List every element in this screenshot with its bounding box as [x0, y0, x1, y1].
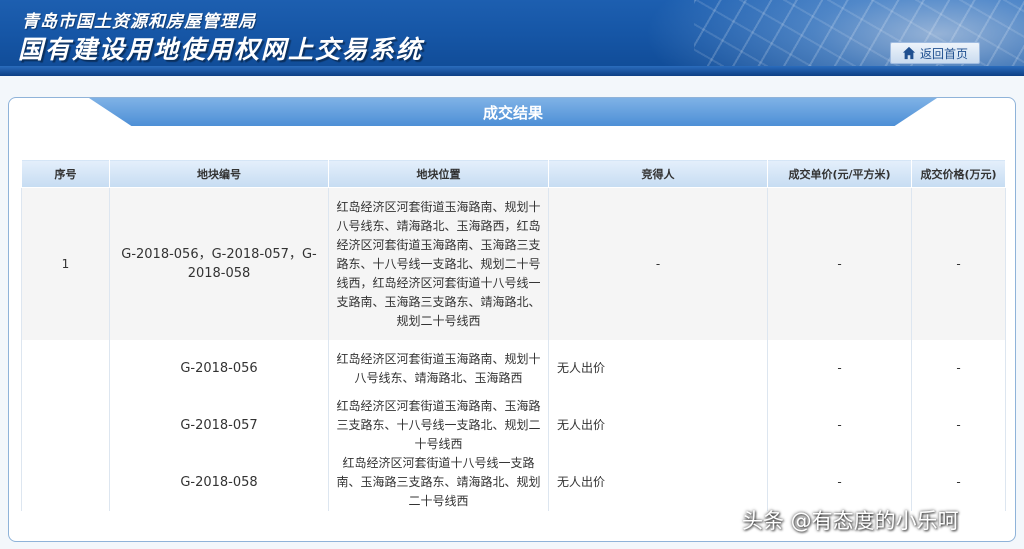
cell-code: G-2018-056，G-2018-057，G-2018-058 — [109, 187, 329, 340]
system-name: 国有建设用地使用权网上交易系统 — [18, 35, 424, 64]
col-header-unit-price: 成交单价(元/平方米) — [767, 159, 912, 188]
table-row: G-2018-058 红岛经济区河套街道十八号线一支路南、玉海路三支路东、靖海路… — [21, 454, 1006, 511]
cell-unit-price: - — [767, 454, 912, 511]
table-row: G-2018-056 红岛经济区河套街道玉海路南、规划十八号线东、靖海路北、玉海… — [21, 340, 1006, 397]
cell-location: 红岛经济区河套街道玉海路南、规划十八号线东、靖海路北、玉海路西，红岛经济区河套街… — [328, 187, 549, 340]
cell-bidder: 无人出价 — [548, 340, 768, 397]
cell-unit-price: - — [767, 187, 912, 340]
cell-location: 红岛经济区河套街道玉海路南、玉海路三支路东、十八号线一支路北、规划二十号线西 — [328, 397, 549, 454]
cell-total-price: - — [911, 454, 1006, 511]
home-button-label: 返回首页 — [919, 46, 968, 61]
cell-unit-price: - — [767, 340, 912, 397]
cell-bidder: 无人出价 — [548, 454, 768, 511]
cell-total-price: - — [911, 187, 1006, 340]
cell-index — [21, 340, 110, 397]
panel-title: 成交结果 — [482, 104, 543, 122]
org-name: 青岛市国土资源和房屋管理局 — [22, 12, 256, 32]
col-header-code: 地块编号 — [109, 159, 329, 188]
cell-code: G-2018-057 — [109, 397, 329, 454]
watermark: 头条 @有态度的小乐呵 — [742, 509, 959, 533]
table-row: G-2018-057 红岛经济区河套街道玉海路南、玉海路三支路东、十八号线一支路… — [21, 397, 1006, 454]
table-header-row: 序号 地块编号 地块位置 竞得人 成交单价(元/平方米) 成交价格(万元) — [21, 159, 1006, 188]
home-icon — [902, 46, 916, 60]
header-banner: 青岛市国土资源和房屋管理局 国有建设用地使用权网上交易系统 返回首页 — [0, 0, 1024, 76]
result-panel: 成交结果 序号 地块编号 地块位置 竞得人 成交单价(元/平方米) 成交价格(万… — [8, 97, 1016, 542]
cell-bidder: 无人出价 — [548, 397, 768, 454]
banner-stripe — [0, 66, 1024, 76]
cell-total-price: - — [911, 340, 1006, 397]
panel-title-bar: 成交结果 — [89, 98, 937, 126]
home-button[interactable]: 返回首页 — [890, 42, 980, 64]
banner-pattern — [694, 0, 1024, 76]
col-header-bidder: 竞得人 — [548, 159, 768, 188]
cell-unit-price: - — [767, 397, 912, 454]
cell-total-price: - — [911, 397, 1006, 454]
cell-code: G-2018-058 — [109, 454, 329, 511]
results-table: 序号 地块编号 地块位置 竞得人 成交单价(元/平方米) 成交价格(万元) 1 … — [21, 159, 1006, 511]
cell-index: 1 — [21, 187, 110, 340]
cell-index — [21, 397, 110, 454]
cell-index — [21, 454, 110, 511]
table-row: 1 G-2018-056，G-2018-057，G-2018-058 红岛经济区… — [21, 187, 1006, 340]
col-header-location: 地块位置 — [328, 159, 549, 188]
col-header-index: 序号 — [21, 159, 110, 188]
cell-location: 红岛经济区河套街道玉海路南、规划十八号线东、靖海路北、玉海路西 — [328, 340, 549, 397]
cell-location: 红岛经济区河套街道十八号线一支路南、玉海路三支路东、靖海路北、规划二十号线西 — [328, 454, 549, 511]
col-header-total-price: 成交价格(万元) — [911, 159, 1006, 188]
cell-bidder: - — [548, 187, 768, 340]
cell-code: G-2018-056 — [109, 340, 329, 397]
